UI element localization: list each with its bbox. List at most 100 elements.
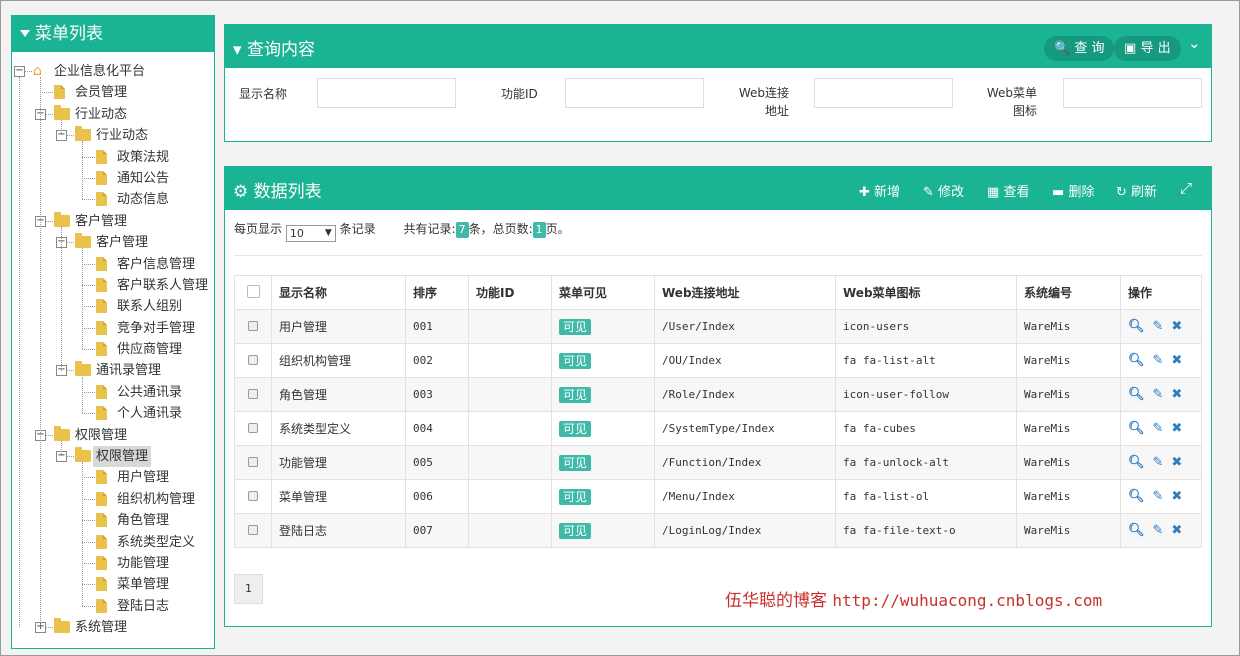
- export-button[interactable]: ▣ 导 出: [1114, 36, 1181, 61]
- tree-node-label[interactable]: 联系人组别: [117, 296, 182, 317]
- tree-node-label[interactable]: 权限管理: [75, 425, 127, 446]
- row-checkbox[interactable]: [248, 456, 258, 467]
- delete-row-icon[interactable]: ✖: [1171, 489, 1182, 504]
- tree-node-label[interactable]: 系统类型定义: [117, 532, 195, 553]
- expand-icon[interactable]: ⤢: [1180, 179, 1192, 197]
- tree-node[interactable]: 客户信息管理: [12, 254, 214, 275]
- row-checkbox[interactable]: [248, 320, 258, 331]
- tree-node-label[interactable]: 客户管理: [96, 232, 148, 253]
- view-row-icon[interactable]: 🔍︎: [1128, 455, 1145, 470]
- edit-row-icon[interactable]: ✎: [1153, 421, 1164, 436]
- tree-node[interactable]: 竞争对手管理: [12, 318, 214, 339]
- table-row[interactable]: 系统类型定义 004 可见/SystemType/Index fa fa-cubes W…: [234, 411, 1202, 446]
- tree-node[interactable]: 菜单管理: [12, 574, 214, 595]
- tree-node[interactable]: − 行业动态: [12, 104, 214, 125]
- page-button-1[interactable]: 1: [234, 574, 263, 604]
- tree-node[interactable]: 组织机构管理: [12, 489, 214, 510]
- edit-button[interactable]: ✎ 修改: [923, 181, 964, 200]
- view-row-icon[interactable]: 🔍︎: [1128, 319, 1145, 334]
- tree-node[interactable]: 公共通讯录: [12, 382, 214, 403]
- view-row-icon[interactable]: 🔍︎: [1128, 523, 1145, 538]
- row-checkbox[interactable]: [248, 490, 258, 501]
- row-checkbox[interactable]: [248, 354, 258, 365]
- search-button[interactable]: 🔍 查 询: [1044, 36, 1115, 61]
- tree-node-label[interactable]: 角色管理: [117, 510, 169, 531]
- row-checkbox[interactable]: [248, 422, 258, 433]
- chevron-down-icon[interactable]: ⌄: [1188, 34, 1201, 52]
- edit-row-icon[interactable]: ✎: [1153, 489, 1164, 504]
- row-checkbox[interactable]: [248, 524, 258, 535]
- table-row[interactable]: 角色管理 003 可见/Role/Index icon-user-follow Ware…: [234, 377, 1202, 412]
- refresh-button[interactable]: ↻ 刷新: [1116, 181, 1157, 200]
- tree-node-label[interactable]: 客户管理: [75, 211, 127, 232]
- tree-node[interactable]: 联系人组别: [12, 296, 214, 317]
- delete-button[interactable]: ▬ 删除: [1052, 181, 1094, 200]
- col-function-id[interactable]: 功能ID: [468, 275, 552, 310]
- display-name-input[interactable]: [317, 78, 456, 108]
- tree-node[interactable]: 个人通讯录: [12, 403, 214, 424]
- tree-node-label[interactable]: 供应商管理: [117, 339, 182, 360]
- edit-row-icon[interactable]: ✎: [1153, 353, 1164, 368]
- web-url-input[interactable]: [814, 78, 953, 108]
- tree-node[interactable]: 动态信息: [12, 189, 214, 210]
- tree-node-label[interactable]: 政策法规: [117, 147, 169, 168]
- per-page-select[interactable]: 10 ▼: [285, 225, 336, 242]
- tree-node-label[interactable]: 公共通讯录: [117, 382, 182, 403]
- tree-node[interactable]: − 客户管理: [12, 232, 214, 253]
- tree-node-label[interactable]: 动态信息: [117, 189, 169, 210]
- tree-node-label[interactable]: 个人通讯录: [117, 403, 182, 424]
- tree-node-label[interactable]: 系统管理: [75, 617, 127, 638]
- collapse-toggle-icon[interactable]: −: [14, 66, 25, 77]
- table-row[interactable]: 组织机构管理 002 可见/OU/Index fa fa-list-alt WareMi…: [234, 343, 1202, 378]
- tree-node-label[interactable]: 通讯录管理: [96, 360, 161, 381]
- col-display-name[interactable]: 显示名称: [271, 275, 406, 310]
- tree-node[interactable]: − ⌂ 企业信息化平台: [12, 61, 214, 82]
- delete-row-icon[interactable]: ✖: [1171, 455, 1182, 470]
- edit-row-icon[interactable]: ✎: [1153, 523, 1164, 538]
- tree-node-label[interactable]: 行业动态: [75, 104, 127, 125]
- tree-node[interactable]: − 权限管理: [12, 446, 214, 468]
- delete-row-icon[interactable]: ✖: [1171, 353, 1182, 368]
- col-web-url[interactable]: Web连接地址: [654, 275, 836, 310]
- delete-row-icon[interactable]: ✖: [1171, 319, 1182, 334]
- select-all-checkbox[interactable]: [246, 284, 260, 298]
- col-system-code[interactable]: 系统编号: [1016, 275, 1121, 310]
- tree-node[interactable]: 政策法规: [12, 147, 214, 168]
- tree-node[interactable]: 会员管理: [12, 82, 214, 103]
- tree-node-label[interactable]: 用户管理: [117, 467, 169, 488]
- tree-node-label[interactable]: 功能管理: [117, 553, 169, 574]
- tree-node-label[interactable]: 组织机构管理: [117, 489, 195, 510]
- tree-node-label[interactable]: 行业动态: [96, 125, 148, 146]
- col-web-icon[interactable]: Web菜单图标: [835, 275, 1017, 310]
- view-button[interactable]: ▦ 查看: [987, 181, 1029, 200]
- web-icon-input[interactable]: [1063, 78, 1202, 108]
- tree-node-label[interactable]: 企业信息化平台: [54, 61, 145, 82]
- tree-node[interactable]: − 客户管理: [12, 211, 214, 232]
- table-row[interactable]: 功能管理 005 可见/Function/Index fa fa-unlock-alt…: [234, 445, 1202, 480]
- table-row[interactable]: 菜单管理 006 可见/Menu/Index fa fa-list-ol WareMis…: [234, 479, 1202, 514]
- col-sort[interactable]: 排序: [405, 275, 469, 310]
- delete-row-icon[interactable]: ✖: [1171, 387, 1182, 402]
- tree-node[interactable]: 用户管理: [12, 467, 214, 488]
- tree-node[interactable]: − 通讯录管理: [12, 360, 214, 381]
- view-row-icon[interactable]: 🔍︎: [1128, 421, 1145, 436]
- tree-node[interactable]: 客户联系人管理: [12, 275, 214, 296]
- tree-node-label[interactable]: 权限管理: [93, 446, 152, 468]
- delete-row-icon[interactable]: ✖: [1171, 523, 1182, 538]
- tree-node-label[interactable]: 登陆日志: [117, 596, 169, 617]
- view-row-icon[interactable]: 🔍︎: [1128, 489, 1145, 504]
- function-id-input[interactable]: [565, 78, 704, 108]
- tree-node-label[interactable]: 客户信息管理: [117, 254, 195, 275]
- tree-node[interactable]: 登陆日志: [12, 596, 214, 617]
- view-row-icon[interactable]: 🔍︎: [1128, 353, 1145, 368]
- tree-node[interactable]: + 系统管理: [12, 617, 214, 638]
- tree-node[interactable]: 功能管理: [12, 553, 214, 574]
- tree-node-label[interactable]: 竞争对手管理: [117, 318, 195, 339]
- tree-node-label[interactable]: 会员管理: [75, 82, 127, 103]
- tree-node-label[interactable]: 通知公告: [117, 168, 169, 189]
- edit-row-icon[interactable]: ✎: [1153, 455, 1164, 470]
- tree-node[interactable]: 系统类型定义: [12, 532, 214, 553]
- edit-row-icon[interactable]: ✎: [1153, 319, 1164, 334]
- view-row-icon[interactable]: 🔍︎: [1128, 387, 1145, 402]
- tree-node[interactable]: − 行业动态: [12, 125, 214, 146]
